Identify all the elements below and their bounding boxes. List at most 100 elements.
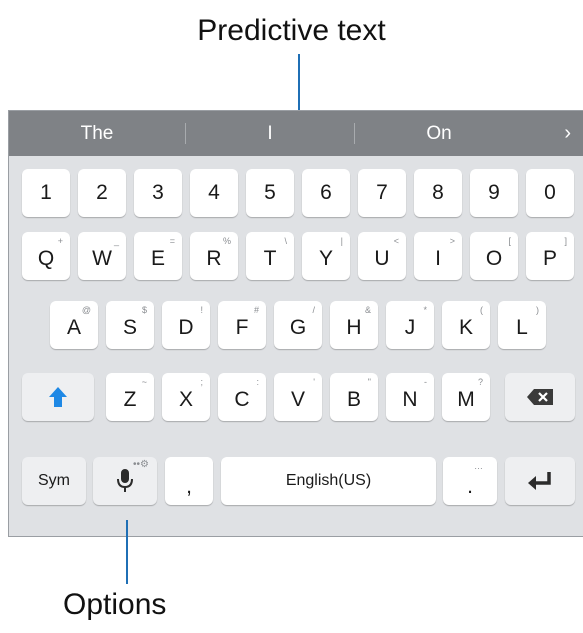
key-label: U bbox=[374, 247, 390, 270]
key-label: A bbox=[66, 316, 81, 339]
key-f[interactable]: # F bbox=[218, 301, 266, 349]
key-o[interactable]: [O bbox=[470, 232, 518, 280]
key-8[interactable]: 8 bbox=[414, 169, 462, 217]
key-hint: = bbox=[169, 236, 175, 246]
key-hint: < bbox=[393, 236, 399, 246]
key-s[interactable]: $ S bbox=[106, 301, 154, 349]
key-6[interactable]: 6 bbox=[302, 169, 350, 217]
key-b[interactable]: " B bbox=[330, 373, 378, 421]
key-hint: & bbox=[364, 305, 371, 315]
key-hint: * bbox=[423, 305, 427, 315]
key-5[interactable]: 5 bbox=[246, 169, 294, 217]
key-label: E bbox=[150, 247, 165, 270]
key-l[interactable]: ) L bbox=[498, 301, 546, 349]
key-4[interactable]: 4 bbox=[190, 169, 238, 217]
key-label: 4 bbox=[208, 181, 220, 204]
key-g[interactable]: / G bbox=[274, 301, 322, 349]
key-hint: # bbox=[253, 305, 259, 315]
key-label: 6 bbox=[320, 181, 332, 204]
key-0[interactable]: 0 bbox=[526, 169, 574, 217]
sym-key[interactable]: Sym bbox=[22, 457, 86, 505]
key-hint: ( bbox=[480, 305, 483, 315]
key-label: R bbox=[206, 247, 222, 270]
key-x[interactable]: ; X bbox=[162, 373, 210, 421]
predictive-text-leader-line bbox=[298, 54, 300, 111]
key-h[interactable]: & H bbox=[330, 301, 378, 349]
key-hint: % bbox=[222, 236, 231, 246]
options-callout: Options bbox=[63, 588, 167, 621]
key-label: S bbox=[122, 316, 137, 339]
key-hint: ~ bbox=[141, 377, 147, 387]
key-y[interactable]: | Y bbox=[302, 232, 350, 280]
key-label: T bbox=[263, 247, 277, 270]
enter-icon bbox=[528, 472, 551, 490]
key-j[interactable]: * J bbox=[386, 301, 434, 349]
key-label: 1 bbox=[40, 181, 52, 204]
space-key[interactable]: English(US) bbox=[221, 457, 436, 505]
key-2[interactable]: 2 bbox=[78, 169, 126, 217]
key-label: Q bbox=[37, 247, 55, 270]
samsung-keyboard: The I On › 1234567890 + Q _ W = E% R \ T | Y < U > I[O… bbox=[8, 110, 583, 537]
key-hint: @ bbox=[81, 305, 91, 315]
backspace-key[interactable] bbox=[505, 373, 575, 421]
key-v[interactable]: ' V bbox=[274, 373, 322, 421]
comma-key[interactable]: , bbox=[165, 457, 213, 505]
shift-key[interactable] bbox=[22, 373, 94, 421]
key-m[interactable]: ? M bbox=[442, 373, 490, 421]
key-3[interactable]: 3 bbox=[134, 169, 182, 217]
key-hint: / bbox=[312, 305, 315, 315]
key-label: P bbox=[542, 247, 557, 270]
key-z[interactable]: ~ Z bbox=[106, 373, 154, 421]
key-p[interactable]: ] P bbox=[526, 232, 574, 280]
key-hint: _ bbox=[113, 236, 119, 246]
period-key[interactable]: … . bbox=[443, 457, 497, 505]
key-hint: $ bbox=[141, 305, 147, 315]
key-w[interactable]: _ W bbox=[78, 232, 126, 280]
shift-arrow-icon bbox=[49, 387, 67, 407]
key-t[interactable]: \ T bbox=[246, 232, 294, 280]
suggestion-1[interactable]: The bbox=[9, 111, 185, 156]
key-u[interactable]: < U bbox=[358, 232, 406, 280]
key-label: X bbox=[178, 388, 193, 411]
microphone-icon bbox=[117, 469, 133, 492]
key-label: C bbox=[234, 388, 250, 411]
suggestion-2[interactable]: I bbox=[186, 111, 354, 156]
suggestion-3[interactable]: On bbox=[355, 111, 523, 156]
prediction-bar: The I On › bbox=[9, 111, 583, 156]
key-hint: | bbox=[340, 236, 343, 246]
key-label: D bbox=[178, 316, 194, 339]
key-e[interactable]: = E bbox=[134, 232, 182, 280]
key-hint: - bbox=[424, 377, 427, 387]
key-9[interactable]: 9 bbox=[470, 169, 518, 217]
key-hint: : bbox=[256, 377, 259, 387]
key-7[interactable]: 7 bbox=[358, 169, 406, 217]
key-i[interactable]: > I bbox=[414, 232, 462, 280]
key-hint: ] bbox=[564, 236, 567, 246]
chevron-right-icon[interactable]: › bbox=[564, 111, 571, 156]
key-k[interactable]: (K bbox=[442, 301, 490, 349]
predictive-text-callout: Predictive text bbox=[197, 14, 386, 47]
key-hint: " bbox=[367, 377, 371, 387]
key-label: M bbox=[457, 388, 475, 411]
enter-key[interactable] bbox=[505, 457, 575, 505]
key-n[interactable]: -N bbox=[386, 373, 434, 421]
backspace-icon bbox=[527, 389, 553, 405]
key-label: J bbox=[404, 316, 416, 339]
options-mic-key[interactable]: ••⚙ bbox=[93, 457, 157, 505]
key-a[interactable]: @ A bbox=[50, 301, 98, 349]
key-hint: + bbox=[57, 236, 63, 246]
period-key-label: . bbox=[467, 475, 473, 498]
key-label: K bbox=[458, 316, 473, 339]
key-c[interactable]: :C bbox=[218, 373, 266, 421]
key-label: 9 bbox=[488, 181, 500, 204]
key-hint: ' bbox=[313, 377, 315, 387]
key-r[interactable]: % R bbox=[190, 232, 238, 280]
key-q[interactable]: + Q bbox=[22, 232, 70, 280]
key-d[interactable]: ! D bbox=[162, 301, 210, 349]
key-label: V bbox=[290, 388, 305, 411]
key-label: B bbox=[346, 388, 361, 411]
period-hint-dots: … bbox=[474, 461, 483, 471]
key-1[interactable]: 1 bbox=[22, 169, 70, 217]
key-label: H bbox=[346, 316, 362, 339]
key-label: 3 bbox=[152, 181, 164, 204]
